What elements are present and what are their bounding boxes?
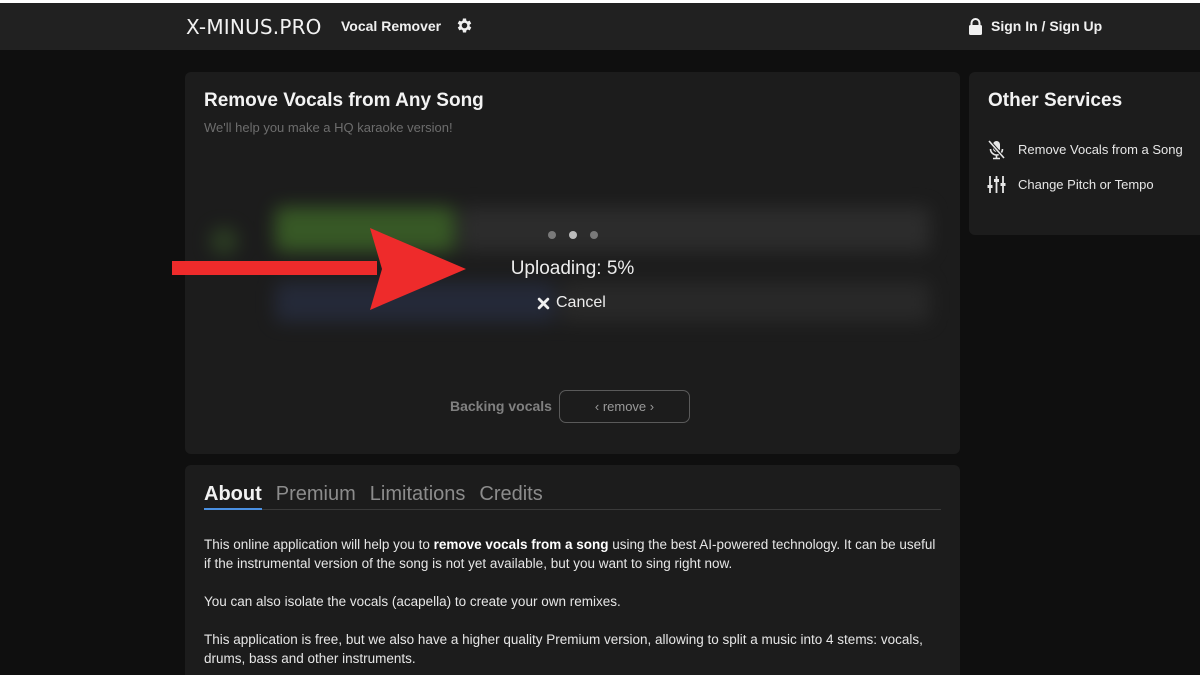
gear-icon[interactable] [455, 16, 474, 35]
other-services-title: Other Services [988, 90, 1123, 111]
sign-in-label: Sign In / Sign Up [991, 18, 1103, 34]
close-icon [537, 297, 550, 309]
tab-premium[interactable]: Premium [276, 482, 356, 510]
loading-dot [590, 231, 598, 239]
cancel-label: Cancel [556, 294, 606, 311]
service-link-remove-vocals[interactable]: Remove Vocals from a Song [986, 139, 1183, 160]
loading-dot [569, 231, 577, 239]
service-link-change-pitch[interactable]: Change Pitch or Tempo [986, 174, 1154, 195]
loading-dots [548, 231, 598, 239]
tab-credits[interactable]: Credits [479, 482, 542, 510]
backing-vocals-selector[interactable]: ‹ remove › [559, 390, 690, 423]
loading-dot [548, 231, 556, 239]
about-paragraph: This online application will help you to… [204, 537, 936, 571]
sliders-icon [987, 176, 1006, 193]
page-subtitle: We'll help you make a HQ karaoke version… [204, 120, 453, 135]
tab-limitations[interactable]: Limitations [370, 482, 466, 510]
top-navbar: X-MINUS.PRO Vocal Remover Sign In / Sign… [0, 0, 1200, 50]
lock-icon [969, 17, 982, 35]
red-arrow-annotation [172, 228, 466, 310]
site-logo[interactable]: X-MINUS.PRO [186, 15, 322, 39]
sign-in-link[interactable]: Sign In / Sign Up [968, 16, 1102, 36]
other-services-card: Other Services Remove Vocals from a Song… [969, 72, 1200, 235]
backing-vocals-label: Backing vocals [450, 398, 552, 414]
service-label: Remove Vocals from a Song [1018, 142, 1183, 157]
about-paragraph: This application is free, but we also ha… [204, 632, 923, 666]
about-paragraph: You can also isolate the vocals (acapell… [204, 594, 621, 609]
info-tabs: About Premium Limitations Credits [204, 482, 941, 510]
about-content: This online application will help you to… [204, 535, 944, 675]
nav-vocal-remover-link[interactable]: Vocal Remover [341, 18, 441, 34]
tab-about[interactable]: About [204, 482, 262, 510]
cancel-upload-button[interactable]: Cancel [537, 294, 606, 312]
about-card: About Premium Limitations Credits This o… [185, 465, 960, 675]
service-label: Change Pitch or Tempo [1018, 177, 1154, 192]
muted-microphone-icon [987, 139, 1006, 160]
page-title: Remove Vocals from Any Song [204, 90, 484, 111]
